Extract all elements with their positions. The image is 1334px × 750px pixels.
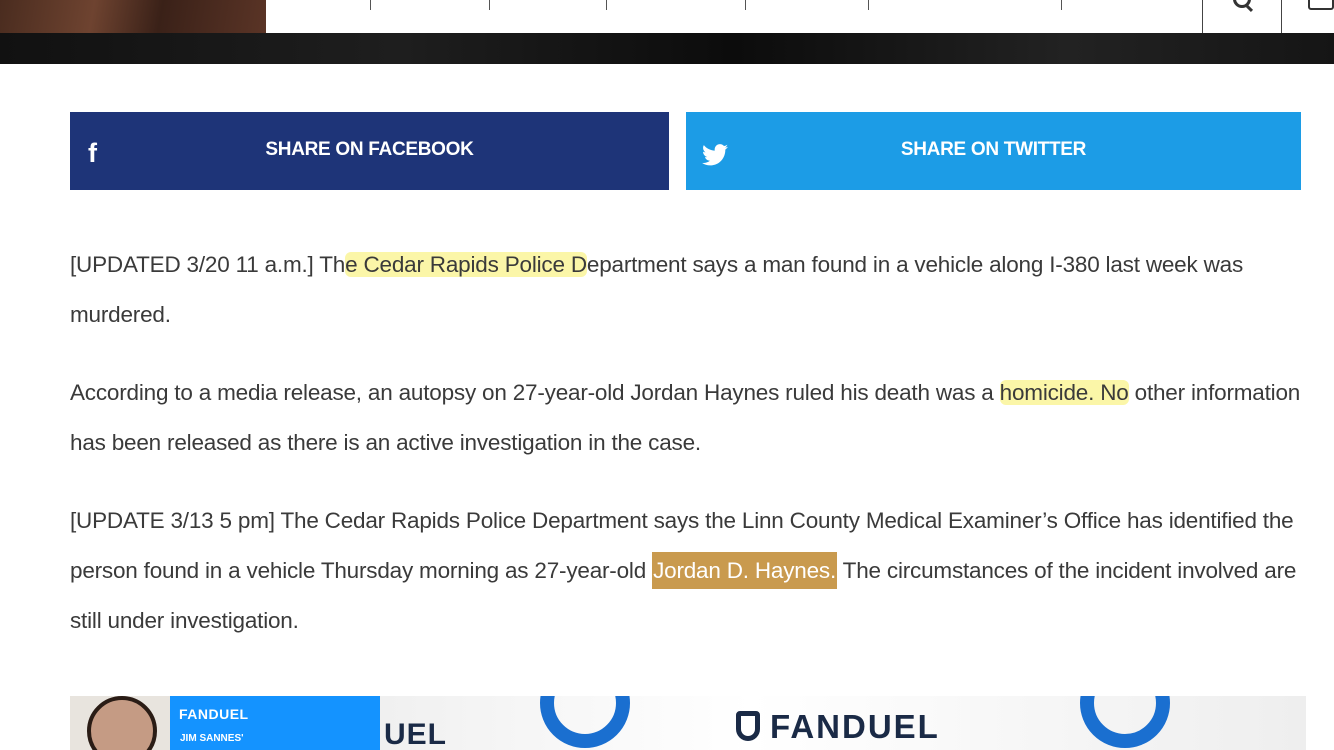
highlighted-text: homicide. No	[999, 380, 1129, 405]
article-paragraph: [UPDATED 3/20 11 a.m.] The Cedar Rapids …	[70, 252, 1244, 327]
search-button[interactable]	[1202, 0, 1281, 33]
highlighted-text: e Cedar Rapids Police D	[345, 252, 587, 277]
share-twitter-button[interactable]: SHARE ON TWITTER	[686, 112, 1301, 190]
nav-item[interactable]	[1062, 0, 1166, 10]
nav-item[interactable]	[746, 0, 869, 10]
nav-item[interactable]	[266, 0, 371, 10]
article-paragraph: According to a media release, an autopsy…	[70, 380, 1301, 455]
share-facebook-label: SHARE ON FACEBOOK	[265, 139, 474, 160]
video-ad[interactable]: FANDUEL JIM SANNES' UEL FANDUEL	[70, 696, 1306, 750]
highlighted-name: Jordan D. Haynes.	[652, 552, 838, 589]
share-twitter-label: SHARE ON TWITTER	[900, 139, 1087, 160]
ad-brand-panel: FANDUEL JIM SANNES'	[170, 696, 380, 750]
ad-person-name: JIM SANNES'	[180, 733, 244, 744]
shield-icon	[736, 711, 760, 741]
article-body: [UPDATED 3/20 11 a.m.] The Cedar Rapids …	[70, 240, 1310, 674]
header-photo	[0, 0, 266, 33]
ad-brand-logo: FANDUEL	[179, 706, 249, 722]
search-icon	[1233, 0, 1251, 8]
nav-item[interactable]	[490, 0, 607, 10]
article-paragraph: [UPDATE 3/13 5 pm] The Cedar Rapids Poli…	[70, 508, 1297, 633]
nav-item[interactable]	[371, 0, 490, 10]
ad-logo-fragment: UEL	[384, 718, 447, 750]
site-header	[0, 0, 1334, 64]
ad-main-logo: FANDUEL	[736, 708, 940, 746]
shield-icon	[540, 696, 630, 748]
main-nav	[266, 0, 1334, 33]
shield-icon	[1080, 696, 1170, 748]
video-button[interactable]	[1281, 0, 1334, 33]
share-facebook-button[interactable]: f SHARE ON FACEBOOK	[70, 112, 669, 190]
header-strip	[0, 33, 1334, 64]
nav-item[interactable]	[869, 0, 1062, 10]
video-icon	[1308, 0, 1334, 10]
nav-item[interactable]	[607, 0, 746, 10]
ad-backdrop: UEL FANDUEL	[380, 696, 1306, 750]
ad-person-photo	[70, 696, 170, 750]
